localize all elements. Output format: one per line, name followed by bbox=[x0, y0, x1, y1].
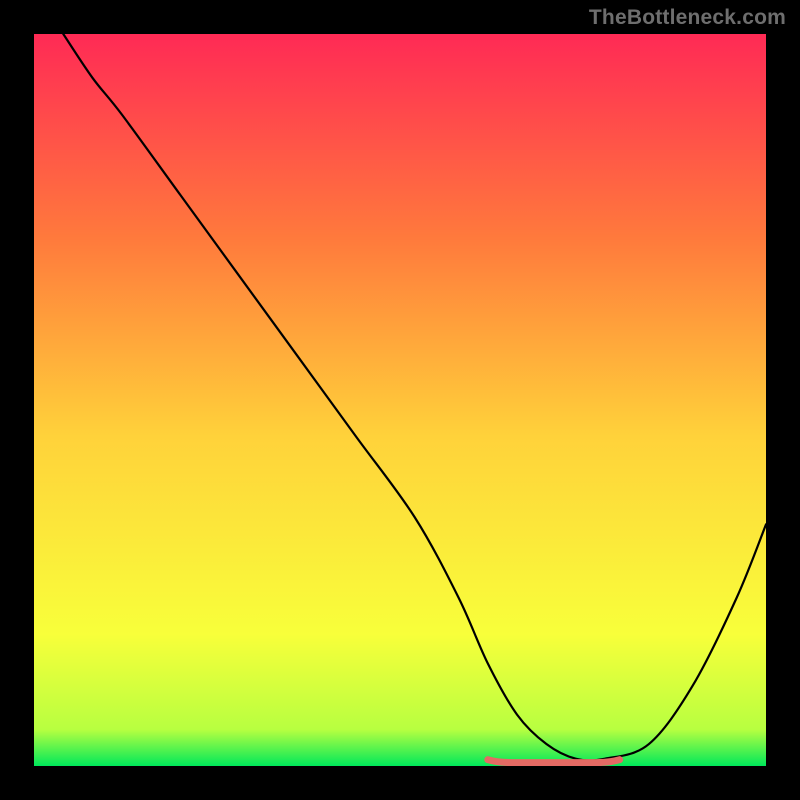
optimal-range-highlight bbox=[488, 760, 620, 763]
bottleneck-chart bbox=[34, 34, 766, 766]
chart-frame bbox=[34, 34, 766, 766]
watermark-text: TheBottleneck.com bbox=[589, 6, 786, 30]
